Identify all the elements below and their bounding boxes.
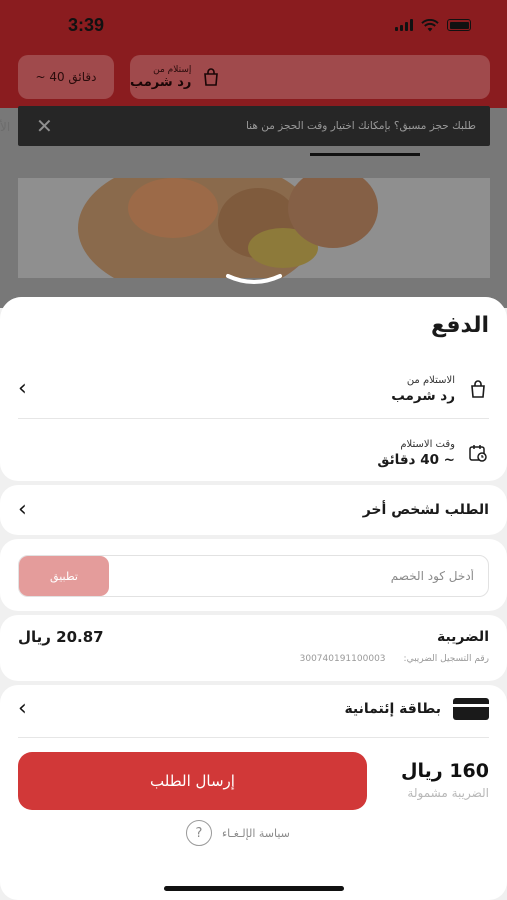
status-icons <box>395 18 471 32</box>
home-indicator <box>164 886 344 891</box>
tax-row: 20.87 ريال الضريبة <box>18 625 489 649</box>
apply-coupon-button[interactable]: تطبيق <box>19 556 109 596</box>
tax-label: الضريبة <box>436 629 489 645</box>
status-bar: 3:39 <box>0 0 507 50</box>
background-banner: ✕ طلبك حجز مسبق؟ بإمكانك اختيار وقت الحج… <box>18 106 490 146</box>
submit-order-button[interactable]: إرسال الطلب <box>18 752 367 810</box>
divider <box>18 737 489 738</box>
vat-registration: رقم التسجيل الضريبي: 300740191100003 <box>300 654 489 664</box>
background-pickup-name: رد شرمب <box>130 74 192 90</box>
background-pickup-pill: إستلام من رد شرمب <box>130 55 490 99</box>
chevron-left-icon: ‹ <box>18 376 27 401</box>
page-title: الدفع <box>431 313 489 338</box>
pickup-time-label: وقت الاستلام <box>400 438 455 450</box>
background-pickup-label: إستلام من <box>153 64 192 75</box>
background-side-text: الأ <box>0 120 11 134</box>
coupon-field: تطبيق <box>18 555 489 597</box>
calendar-clock-icon <box>467 442 489 464</box>
payment-method-label: بطاقة إئتمانية <box>344 701 441 717</box>
pickup-location-row[interactable]: ‹ الاستلام من رد شرمب <box>18 369 489 409</box>
help-icon: ? <box>186 820 212 846</box>
background-time-pill: ~ 40 دقائق <box>18 55 114 99</box>
close-icon: ✕ <box>36 114 53 138</box>
credit-card-icon <box>453 698 489 720</box>
tax-amount: 20.87 ريال <box>18 628 104 646</box>
status-time: 3:39 <box>68 14 105 35</box>
food-image <box>18 178 490 278</box>
chevron-left-icon: ‹ <box>18 497 27 522</box>
banner-text: طلبك حجز مسبق؟ بإمكانك اختيار وقت الحجز … <box>245 120 476 132</box>
tab-underline <box>310 153 420 156</box>
payment-sheet: الدفع ‹ الاستلام من رد شرمب وقت الاستلام… <box>0 297 507 900</box>
pickup-time-value: ~ 40 دقائق <box>377 451 455 468</box>
coupon-input[interactable] <box>109 569 488 583</box>
total-note: الضريبة مشمولة <box>407 786 489 800</box>
tax-card: 20.87 ريال الضريبة <box>0 615 507 681</box>
collapse-chevron-icon[interactable] <box>225 272 283 288</box>
chevron-left-icon: ‹ <box>18 696 27 721</box>
payment-method-row[interactable]: ‹ بطاقة إئتمانية <box>18 689 489 729</box>
pickup-card: الدفع ‹ الاستلام من رد شرمب وقت الاستلام… <box>0 297 507 481</box>
divider <box>18 418 489 419</box>
order-for-other-row[interactable]: ‹ الطلب لشخص أخر <box>18 490 489 530</box>
pickup-label: الاستلام من <box>406 374 455 386</box>
pickup-time-row[interactable]: وقت الاستلام ~ 40 دقائق <box>18 433 489 473</box>
signal-icon <box>395 19 413 31</box>
vat-number: 300740191100003 <box>299 654 386 664</box>
bag-icon <box>467 378 489 400</box>
order-for-other-card: ‹ الطلب لشخص أخر <box>0 485 507 535</box>
vat-label: رقم التسجيل الضريبي: <box>403 654 489 664</box>
cancellation-policy-link[interactable]: ? سياسة الإلـغـاء <box>186 820 290 846</box>
order-for-other-label: الطلب لشخص أخر <box>362 502 489 518</box>
total: 160 ريال الضريبة مشمولة <box>401 760 489 800</box>
bag-icon <box>204 68 219 86</box>
cancellation-policy-label: سياسة الإلـغـاء <box>222 826 290 840</box>
pickup-value: رد شرمب <box>391 387 455 404</box>
wifi-icon <box>421 18 439 31</box>
total-amount: 160 ريال <box>401 760 489 782</box>
battery-icon <box>447 19 471 31</box>
